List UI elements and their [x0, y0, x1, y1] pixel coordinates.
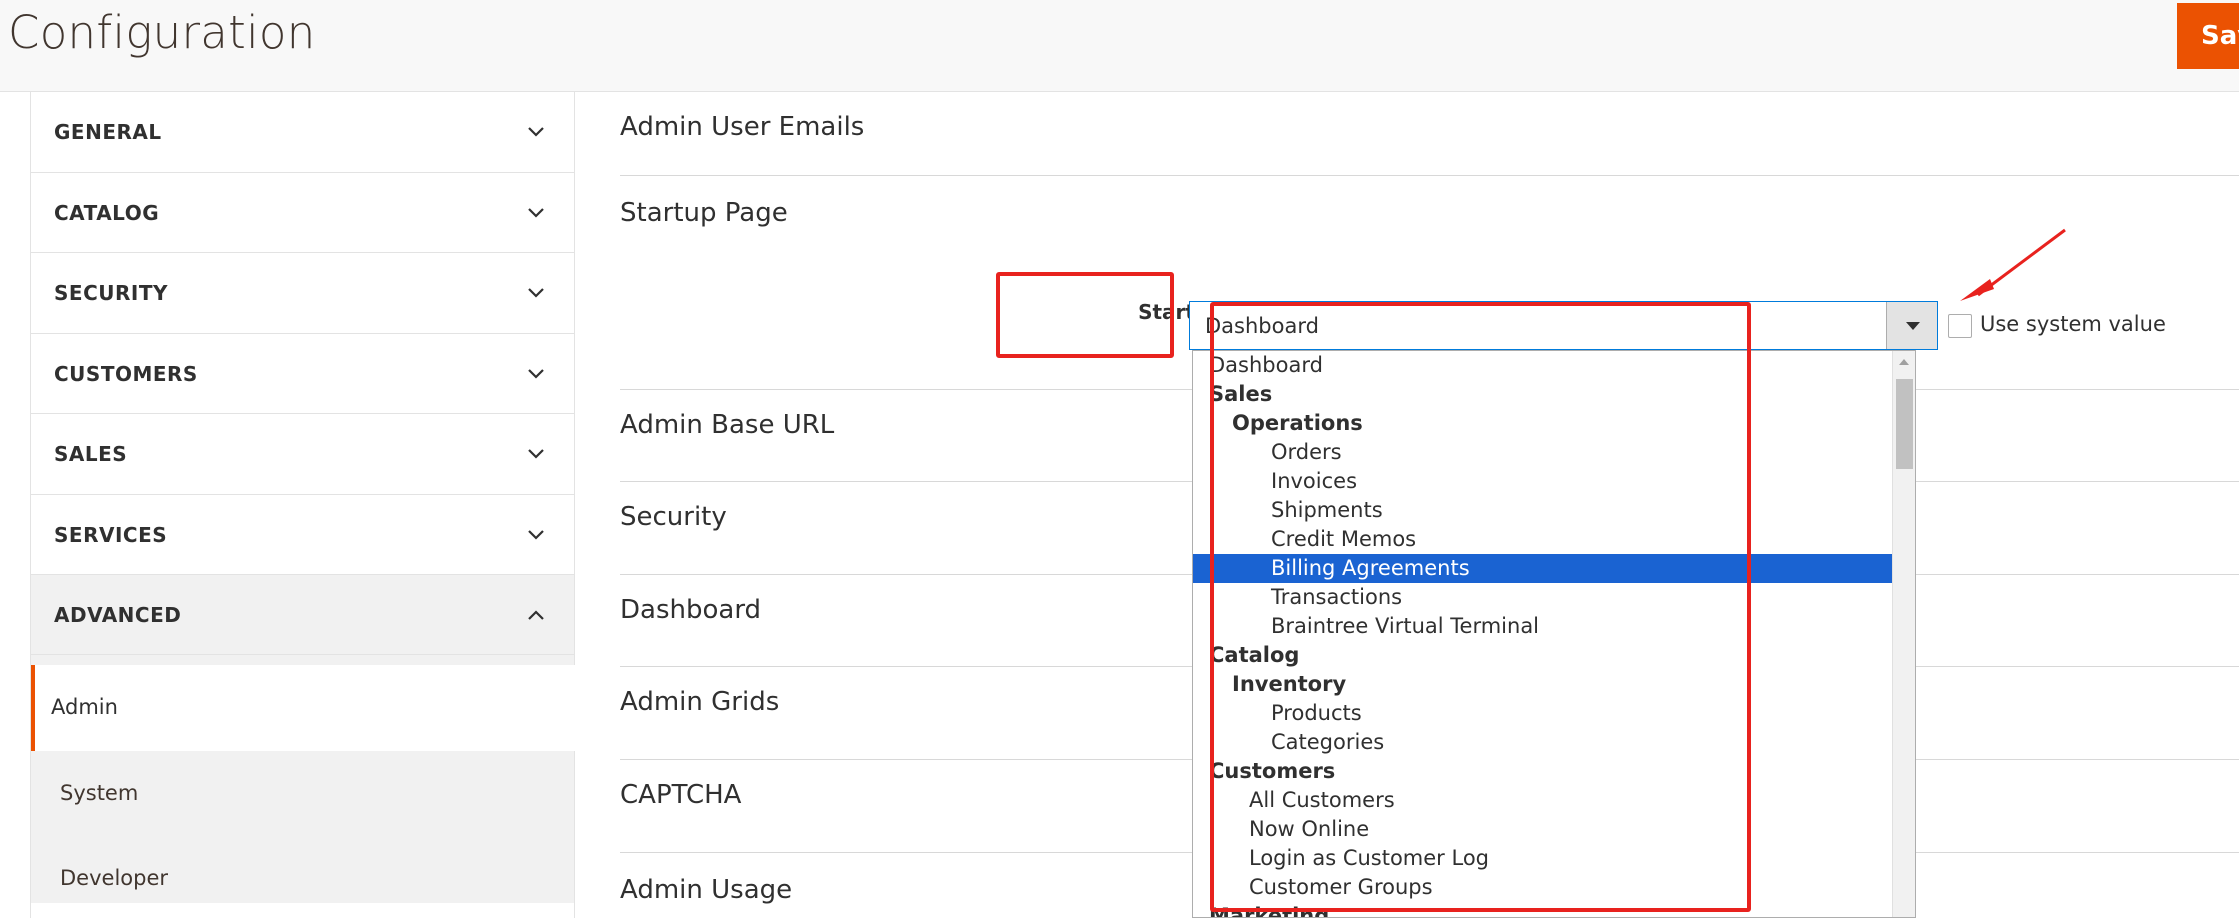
annotation-label-box [996, 272, 1174, 358]
tab-advanced[interactable]: ADVANCED [31, 575, 574, 655]
tab-services[interactable]: SERVICES [31, 494, 574, 575]
chevron-up-icon [528, 610, 544, 620]
tab-customers[interactable]: CUSTOMERS [31, 333, 574, 414]
annotation-dropdown-box [1210, 302, 1751, 912]
sidebar-item-label: Admin [51, 695, 118, 719]
scroll-thumb[interactable] [1896, 379, 1913, 469]
section-title[interactable]: Startup Page [620, 198, 788, 228]
scroll-up-icon[interactable] [1899, 359, 1909, 365]
sidebar-item-label: System [60, 781, 139, 805]
sidebar-item-admin[interactable]: Admin [31, 665, 575, 751]
use-system-value-checkbox[interactable] [1948, 314, 1972, 338]
tab-label: GENERAL [54, 120, 162, 144]
tab-label: SALES [54, 442, 128, 466]
tab-catalog[interactable]: CATALOG [31, 172, 574, 253]
section-title: Security [620, 502, 727, 532]
chevron-down-icon [528, 207, 544, 218]
section-title: Admin Usage [620, 875, 793, 905]
config-tabs-sidebar: GENERAL CATALOG SECURITY CUSTOMERS SALES… [30, 92, 575, 918]
section-title: Admin Grids [620, 687, 780, 717]
chevron-down-icon [528, 368, 544, 379]
sidebar-item-label: Developer [60, 866, 169, 890]
page-root: Configuration Save GENERAL CATALOG SECUR… [0, 0, 2239, 918]
tab-label: SERVICES [54, 522, 168, 547]
tab-label: CATALOG [54, 200, 160, 225]
chevron-down-icon [528, 127, 544, 137]
save-config-button[interactable]: Save [2177, 3, 2239, 69]
tab-security[interactable]: SECURITY [31, 253, 574, 334]
page-title: Configuration [8, 6, 316, 59]
tab-sales[interactable]: SALES [31, 414, 574, 495]
section-admin-user-emails[interactable]: Admin User Emails [620, 92, 2239, 176]
arrow-icon [1960, 228, 2066, 301]
chevron-down-icon [528, 288, 544, 298]
chevron-down-icon [528, 449, 544, 459]
section-title: Admin Base URL [620, 410, 835, 440]
sidebar-item-system[interactable]: System [31, 751, 575, 837]
tab-label: CUSTOMERS [54, 361, 198, 386]
page-header: Configuration Save [0, 0, 2239, 92]
tab-general[interactable]: GENERAL [31, 92, 574, 173]
advanced-subitems: Admin System Developer [31, 655, 575, 903]
caret-down-icon[interactable] [1886, 302, 1937, 349]
dropdown-scrollbar[interactable] [1892, 351, 1915, 917]
section-title: Admin User Emails [620, 112, 865, 142]
section-title: CAPTCHA [620, 780, 742, 810]
chevron-down-icon [528, 529, 544, 540]
sidebar-item-developer[interactable]: Developer [31, 836, 575, 918]
tab-label: SECURITY [54, 281, 168, 305]
section-title: Dashboard [620, 595, 762, 625]
use-system-value-label[interactable]: Use system value [1980, 312, 2166, 336]
tab-label: ADVANCED [54, 603, 182, 627]
